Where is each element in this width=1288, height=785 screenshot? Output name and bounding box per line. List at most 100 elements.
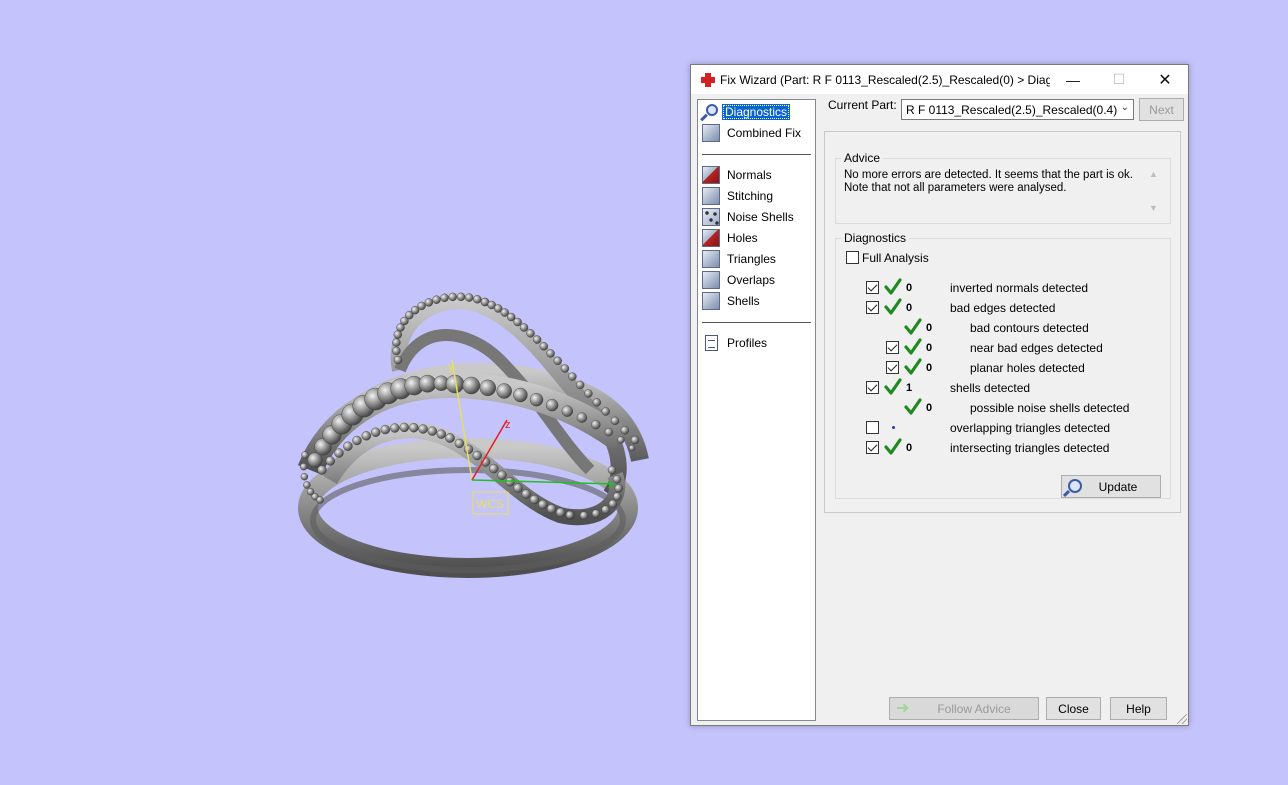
nav-label: Overlaps <box>727 273 776 287</box>
ring-bead <box>392 346 401 356</box>
nav-item-holes[interactable]: Holes <box>702 228 761 248</box>
ring-bead <box>608 499 617 508</box>
ring-bead <box>591 419 601 430</box>
row-checkbox[interactable] <box>886 341 899 354</box>
ring-bead <box>592 398 601 407</box>
nav-item-noise-shells[interactable]: Noise Shells <box>702 207 797 227</box>
ok-check-icon <box>884 378 902 396</box>
nav-item-profiles[interactable]: Profiles <box>702 333 770 353</box>
nav-label: Combined Fix <box>727 126 802 140</box>
next-button[interactable]: Next <box>1139 98 1184 121</box>
ring-bead <box>519 323 529 332</box>
pending-dot-icon <box>892 426 895 429</box>
ring-bead <box>300 473 309 481</box>
row-checkbox[interactable] <box>866 441 879 454</box>
current-part-select[interactable]: R F 0113_Rescaled(2.5)_Rescaled(0.4) ⌄ <box>901 99 1134 120</box>
row-count: 0 <box>906 442 913 454</box>
close-button[interactable]: Close <box>1046 697 1101 720</box>
full-analysis-label: Full Analysis <box>862 251 929 265</box>
ok-check-icon <box>904 338 922 356</box>
ring-bead <box>352 435 362 446</box>
ring-bead <box>546 349 555 358</box>
update-button[interactable]: Update <box>1061 475 1161 498</box>
ring-bead <box>300 463 308 471</box>
advice-legend: Advice <box>844 151 881 165</box>
nav-item-diagnostics[interactable]: Diagnostics <box>702 102 791 122</box>
help-button[interactable]: Help <box>1110 697 1167 720</box>
row-label: bad edges detected <box>950 301 1056 315</box>
window-title: Fix Wizard (Part: R F 0113_Rescaled(2.5)… <box>720 72 1050 87</box>
ring-bead <box>301 451 309 459</box>
title-bar[interactable]: Fix Wizard (Part: R F 0113_Rescaled(2.5)… <box>691 65 1188 94</box>
row-label: inverted normals detected <box>950 281 1089 295</box>
row-checkbox[interactable] <box>886 361 899 374</box>
row-checkbox[interactable] <box>866 281 879 294</box>
ring-bead <box>607 465 617 475</box>
follow-advice-button[interactable]: ➜ Follow Advice <box>889 697 1039 720</box>
ring-bead <box>303 481 311 489</box>
nav-label: Noise Shells <box>727 210 794 224</box>
nav-item-shells[interactable]: Shells <box>702 291 763 311</box>
row-checkbox[interactable] <box>866 381 879 394</box>
row-label: intersecting triangles detected <box>950 441 1110 455</box>
ring-bead <box>546 504 557 514</box>
nav-label: Triangles <box>727 252 776 266</box>
nav-item-normals[interactable]: Normals <box>702 165 775 185</box>
ring-bead <box>436 429 446 439</box>
advice-line-1: No more errors are detected. It seems th… <box>844 169 1133 181</box>
ring-bead <box>371 427 381 437</box>
ring-bead <box>513 483 523 493</box>
ring-bead <box>496 383 512 399</box>
z-axis-label: z <box>505 419 511 431</box>
ring-bead <box>617 436 625 444</box>
ring-bead <box>463 444 474 454</box>
page-icon <box>705 335 718 351</box>
nav-item-stitching[interactable]: Stitching <box>702 186 776 206</box>
ring-bead <box>532 335 542 344</box>
ring-bead <box>560 364 570 373</box>
3d-viewport[interactable]: y z x WCS <box>0 0 690 785</box>
advice-scrollbar[interactable]: ▲ ▼ <box>1145 167 1162 215</box>
current-part-label: Current Part: <box>828 98 897 112</box>
ring-bead <box>576 412 588 423</box>
ring-bead <box>392 338 401 347</box>
row-count: 0 <box>906 302 913 314</box>
ring-bead <box>418 424 428 434</box>
ring-bead <box>316 496 324 504</box>
ring-bead <box>513 387 528 403</box>
full-analysis-checkbox[interactable] <box>846 251 859 264</box>
ring-bead <box>613 492 622 501</box>
row-label: near bad edges detected <box>970 341 1103 355</box>
nav-item-combined-fix[interactable]: Combined Fix <box>702 123 804 143</box>
scroll-up-icon[interactable]: ▲ <box>1149 169 1158 179</box>
close-window-button[interactable]: ✕ <box>1142 65 1188 94</box>
diagnostics-legend: Diagnostics <box>844 231 907 245</box>
nav-item-triangles[interactable]: Triangles <box>702 249 779 269</box>
ring-bead <box>604 427 613 437</box>
nav-label: Stitching <box>727 189 774 203</box>
ring-bead <box>445 433 455 443</box>
magnifier-icon <box>1068 479 1082 493</box>
ring-bead <box>462 376 480 395</box>
ring-bead <box>553 356 562 365</box>
nav-label: Normals <box>727 168 772 182</box>
ring-bead <box>568 372 577 381</box>
ring-bead <box>479 379 496 396</box>
ring-bead <box>497 470 507 480</box>
row-checkbox[interactable] <box>866 301 879 314</box>
nav-item-overlaps[interactable]: Overlaps <box>702 270 778 290</box>
ring-bead <box>317 465 327 475</box>
resize-grip-icon[interactable] <box>1177 714 1187 724</box>
ring-bead <box>343 441 353 451</box>
scroll-down-icon[interactable]: ▼ <box>1149 203 1158 213</box>
ok-check-icon <box>904 398 922 416</box>
ring-bead <box>424 298 433 307</box>
nav-separator <box>702 322 811 323</box>
ring-bead <box>601 505 610 514</box>
maximize-button[interactable]: ☐ <box>1096 65 1142 94</box>
ring-bead <box>579 511 589 520</box>
stitching-cube-icon <box>702 187 720 205</box>
minimize-button[interactable]: — <box>1050 65 1096 94</box>
ring-bead <box>610 416 620 425</box>
row-checkbox[interactable] <box>866 421 879 434</box>
